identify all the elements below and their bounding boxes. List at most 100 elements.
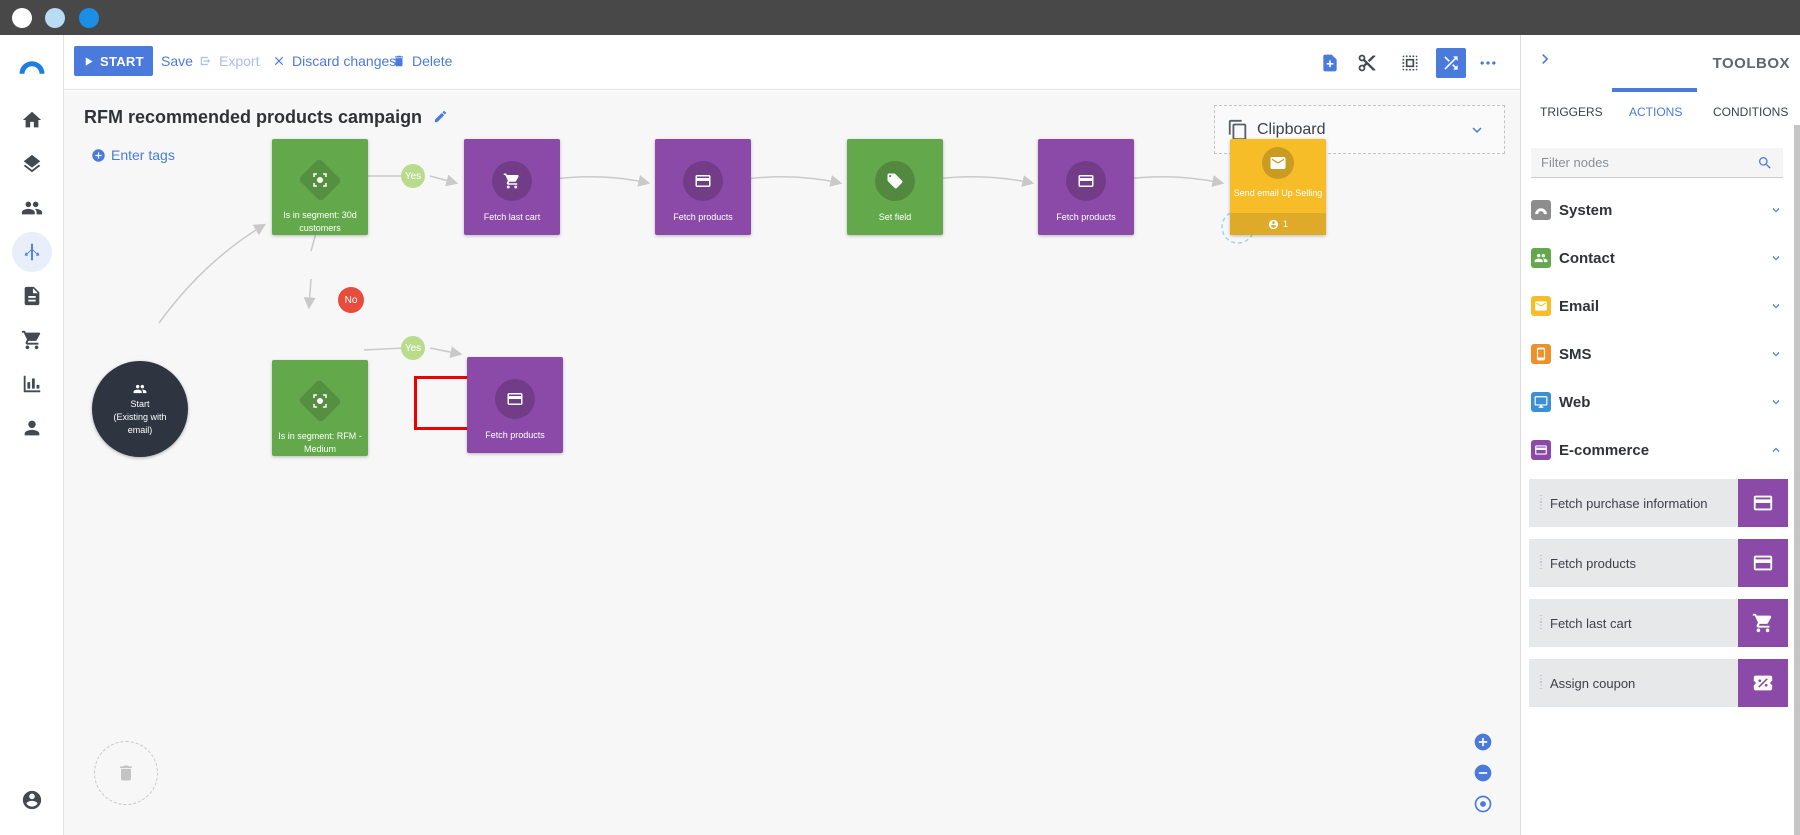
drag-handle-icon[interactable]: ⋮ ⋮ bbox=[1536, 555, 1546, 571]
zoom-in-button[interactable] bbox=[1472, 731, 1494, 753]
window-minimize-dot[interactable] bbox=[45, 8, 65, 28]
trash-dropzone[interactable] bbox=[94, 741, 158, 805]
more-options-icon[interactable] bbox=[1473, 48, 1503, 78]
fetch-products-label-2: Fetch products bbox=[1056, 212, 1116, 222]
item-label: Fetch last cart bbox=[1550, 615, 1632, 631]
fetch-products-label-1: Fetch products bbox=[673, 212, 733, 222]
zoom-out-button[interactable] bbox=[1472, 762, 1494, 784]
drag-handle-icon[interactable]: ⋮ ⋮ bbox=[1536, 615, 1546, 631]
group-icon bbox=[133, 384, 147, 393]
category-web[interactable]: Web bbox=[1531, 387, 1783, 417]
tab-triggers[interactable]: TRIGGERS bbox=[1540, 105, 1603, 119]
category-contact-label: Contact bbox=[1559, 249, 1615, 267]
zoom-in-icon bbox=[1474, 733, 1492, 751]
tab-conditions[interactable]: CONDITIONS bbox=[1713, 105, 1788, 119]
play-icon bbox=[85, 56, 93, 66]
add-note-icon[interactable] bbox=[1315, 48, 1345, 78]
trash-icon bbox=[394, 55, 404, 67]
fetch-last-cart-label: Fetch last cart bbox=[483, 212, 541, 222]
toolbox-panel: TOOLBOX TRIGGERS ACTIONS CONDITIONS Filt… bbox=[1520, 35, 1800, 835]
segment-condition-node[interactable]: Is in segment: 30d customers bbox=[272, 139, 368, 235]
toolbox-scrollbar[interactable] bbox=[1794, 125, 1800, 835]
set-field-node[interactable]: Set field bbox=[847, 139, 943, 235]
center-view-button[interactable] bbox=[1472, 793, 1494, 815]
account-icon[interactable] bbox=[12, 780, 52, 820]
cart-icon bbox=[492, 161, 532, 201]
layers-icon[interactable] bbox=[12, 144, 52, 184]
toolbox-item-fetch-last-cart[interactable]: ⋮ ⋮ Fetch last cart bbox=[1529, 599, 1788, 647]
drag-handle-icon[interactable]: ⋮ ⋮ bbox=[1536, 495, 1546, 511]
start-node-label: Start bbox=[130, 398, 150, 409]
system-icon bbox=[1531, 200, 1551, 220]
envelope-icon bbox=[1262, 147, 1294, 179]
link-segment-to-no bbox=[310, 232, 317, 252]
automation-icon[interactable] bbox=[12, 232, 52, 272]
link-cart-to-products bbox=[553, 175, 651, 187]
credit-card-icon bbox=[683, 161, 723, 201]
tab-actions[interactable]: ACTIONS bbox=[1629, 105, 1682, 119]
filter-nodes-input[interactable]: Filter nodes bbox=[1531, 148, 1783, 178]
email-icon bbox=[1531, 296, 1551, 316]
fetch-products-label-3: Fetch products bbox=[485, 430, 545, 440]
monitor-icon bbox=[1531, 392, 1551, 412]
chevron-down-icon bbox=[1772, 256, 1780, 261]
discard-changes-button[interactable]: Discard changes bbox=[272, 46, 396, 76]
link-setfield-to-products bbox=[935, 175, 1035, 187]
delete-button[interactable]: Delete bbox=[392, 46, 452, 76]
category-sms[interactable]: SMS bbox=[1531, 339, 1783, 369]
fetch-products-node-2[interactable]: Fetch products bbox=[1038, 139, 1134, 235]
person-circle-icon bbox=[1268, 219, 1279, 229]
link-rfm-to-yes bbox=[363, 347, 405, 351]
analytics-icon[interactable] bbox=[12, 364, 52, 404]
contact-icon bbox=[1531, 248, 1551, 268]
cart-icon[interactable] bbox=[12, 320, 52, 360]
filter-placeholder: Filter nodes bbox=[1541, 155, 1609, 170]
link-start-to-segment bbox=[158, 223, 267, 324]
category-email[interactable]: Email bbox=[1531, 291, 1783, 321]
category-contact[interactable]: Contact bbox=[1531, 243, 1783, 273]
category-email-label: Email bbox=[1559, 297, 1600, 315]
toolbox-item-fetch-purchase-information[interactable]: ⋮ ⋮ Fetch purchase information bbox=[1529, 479, 1788, 527]
user-icon[interactable] bbox=[12, 408, 52, 448]
category-ecommerce-label: E-commerce bbox=[1559, 441, 1650, 459]
document-icon[interactable] bbox=[12, 276, 52, 316]
start-node[interactable]: Start (Existing with email) bbox=[92, 361, 188, 457]
save-button[interactable]: Save bbox=[141, 46, 193, 76]
window-titlebar bbox=[0, 0, 1800, 35]
collapse-chevron-icon[interactable] bbox=[1535, 49, 1555, 69]
workflow-canvas[interactable]: RFM recommended products campaign Enter … bbox=[64, 91, 1520, 835]
check-icon bbox=[142, 57, 154, 66]
close-icon bbox=[274, 56, 284, 66]
item-label: Assign coupon bbox=[1550, 675, 1636, 691]
logo-icon[interactable] bbox=[12, 45, 52, 85]
link-products-to-setfield bbox=[745, 175, 843, 187]
select-all-icon[interactable] bbox=[1395, 48, 1425, 78]
no-badge: No bbox=[338, 287, 364, 313]
window-close-dot[interactable] bbox=[12, 8, 32, 28]
fetch-products-node-3[interactable]: Fetch products bbox=[467, 357, 563, 453]
window-maximize-dot[interactable] bbox=[79, 8, 99, 28]
zoom-out-icon bbox=[1474, 764, 1492, 782]
no-label: No bbox=[344, 294, 358, 306]
toolbox-item-fetch-products[interactable]: ⋮ ⋮ Fetch products bbox=[1529, 539, 1788, 587]
left-sidebar bbox=[0, 35, 64, 835]
scissors-icon[interactable] bbox=[1352, 48, 1382, 78]
toolbox-title: TOOLBOX bbox=[1712, 55, 1790, 72]
contacts-icon[interactable] bbox=[12, 188, 52, 228]
category-system[interactable]: System bbox=[1531, 195, 1783, 225]
toolbox-item-assign-coupon[interactable]: ⋮ ⋮ Assign coupon bbox=[1529, 659, 1788, 707]
email-contact-counter: 1 bbox=[1230, 213, 1326, 235]
segment-rfm-node[interactable]: Is in segment: RFM - Medium bbox=[272, 360, 368, 456]
export-button[interactable]: Export bbox=[199, 46, 259, 76]
home-icon[interactable] bbox=[12, 100, 52, 140]
category-ecommerce[interactable]: E-commerce bbox=[1531, 435, 1783, 465]
drag-handle-icon[interactable]: ⋮ ⋮ bbox=[1536, 675, 1546, 691]
send-email-node[interactable]: Send email Up Selling 1 bbox=[1230, 139, 1326, 235]
credit-card-icon bbox=[495, 379, 535, 419]
trash-icon bbox=[120, 765, 132, 781]
fetch-products-node-1[interactable]: Fetch products bbox=[655, 139, 751, 235]
shuffle-icon[interactable] bbox=[1436, 48, 1466, 78]
chevron-up-icon bbox=[1772, 447, 1780, 452]
fetch-last-cart-node[interactable]: Fetch last cart bbox=[464, 139, 560, 235]
link-yes-to-fetch-cart bbox=[429, 174, 459, 187]
